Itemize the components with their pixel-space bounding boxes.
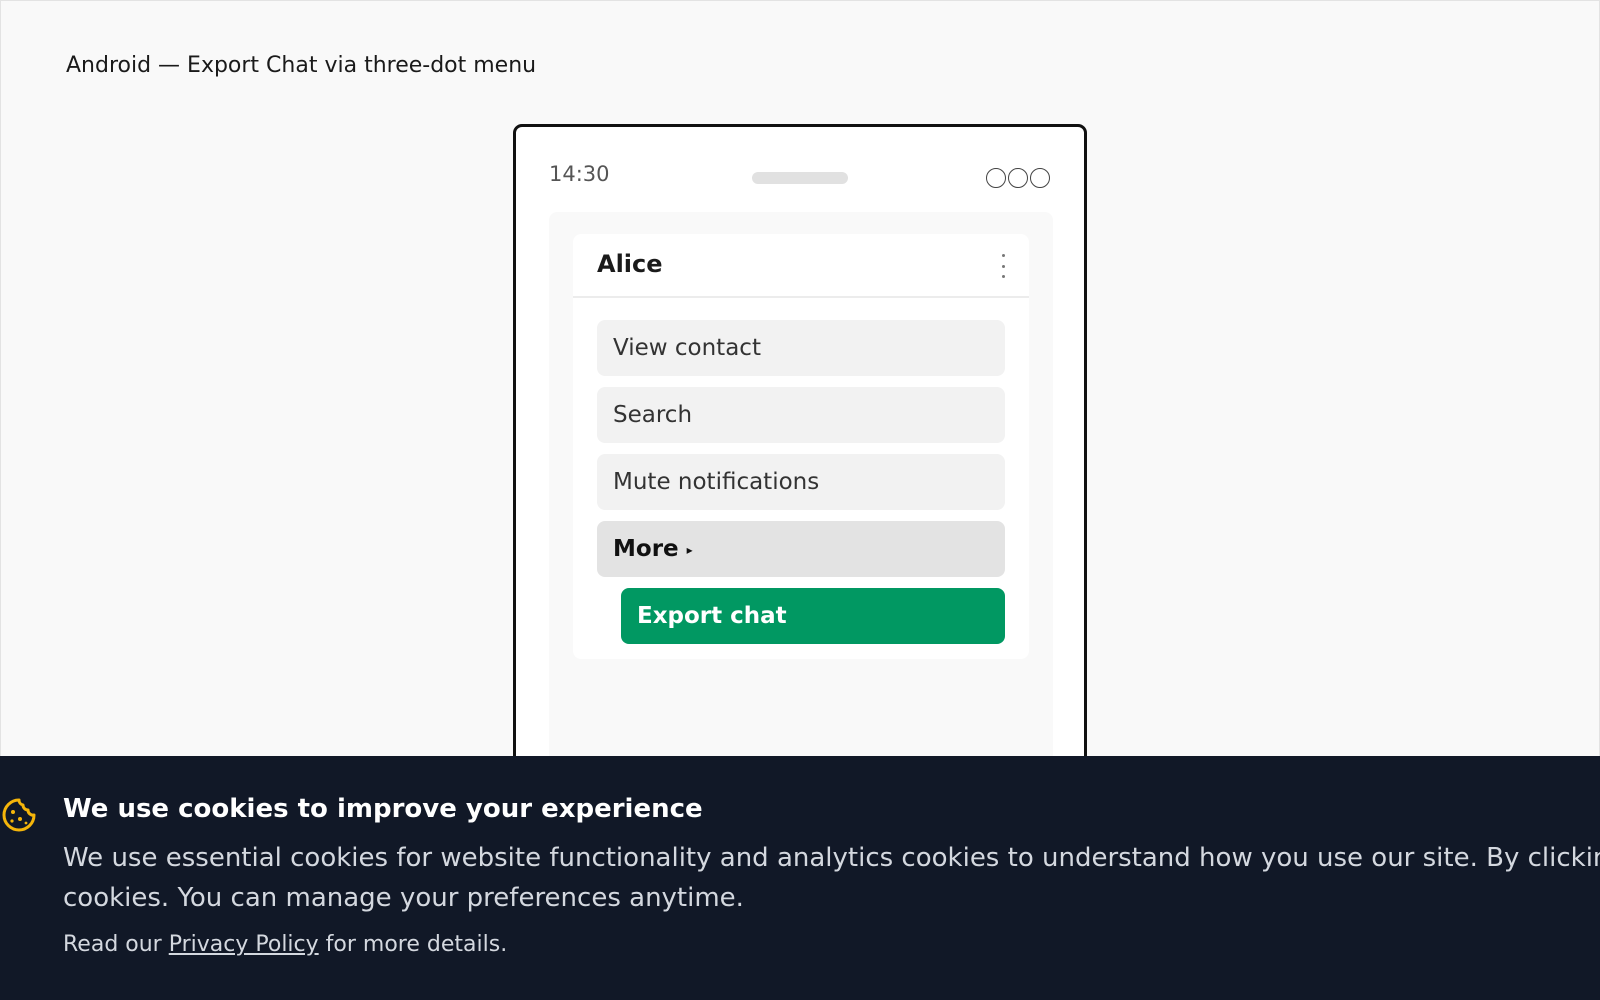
submenu-arrow-icon: ▸ — [686, 543, 693, 557]
chat-card: Alice View contact Search Mute notificat… — [573, 234, 1029, 659]
menu-item-label: More — [613, 536, 679, 562]
cookie-banner-title: We use cookies to improve your experienc… — [63, 794, 703, 824]
contact-name: Alice — [597, 250, 663, 278]
phone-screen: Alice View contact Search Mute notificat… — [549, 212, 1053, 821]
status-time: 14:30 — [549, 162, 610, 186]
phone-mockup: 14:30 Alice View contact Search Mute not… — [513, 124, 1087, 824]
menu-item-mute-notifications[interactable]: Mute notifications — [597, 454, 1005, 510]
menu-item-search[interactable]: Search — [597, 387, 1005, 443]
privacy-policy-link[interactable]: Privacy Policy — [169, 932, 319, 957]
export-chat-button[interactable]: Export chat — [621, 588, 1005, 644]
chat-header: Alice — [573, 234, 1029, 298]
cookie-banner-body: We use essential cookies for website fun… — [63, 843, 1600, 913]
phone-notch — [752, 172, 848, 184]
status-circle-icon — [986, 168, 1006, 188]
menu-item-label: View contact — [613, 335, 761, 361]
menu-item-view-contact[interactable]: View contact — [597, 320, 1005, 376]
three-dot-vertical-icon[interactable] — [993, 254, 1013, 278]
privacy-suffix: for more details. — [325, 932, 508, 957]
cookie-icon — [2, 798, 36, 832]
privacy-prefix: Read our — [63, 932, 162, 957]
status-circle-icon — [1030, 168, 1050, 188]
menu-item-more[interactable]: More ▸ — [597, 521, 1005, 577]
menu-item-label: Search — [613, 402, 693, 428]
page-heading: Android — Export Chat via three-dot menu — [66, 53, 537, 78]
cookie-banner: We use cookies to improve your experienc… — [0, 756, 1600, 1000]
menu-item-label: Mute notifications — [613, 469, 820, 495]
cookie-privacy-line: Read our Privacy Policy for more details… — [63, 932, 507, 957]
status-circle-icon — [1008, 168, 1028, 188]
status-icons — [986, 168, 1052, 188]
